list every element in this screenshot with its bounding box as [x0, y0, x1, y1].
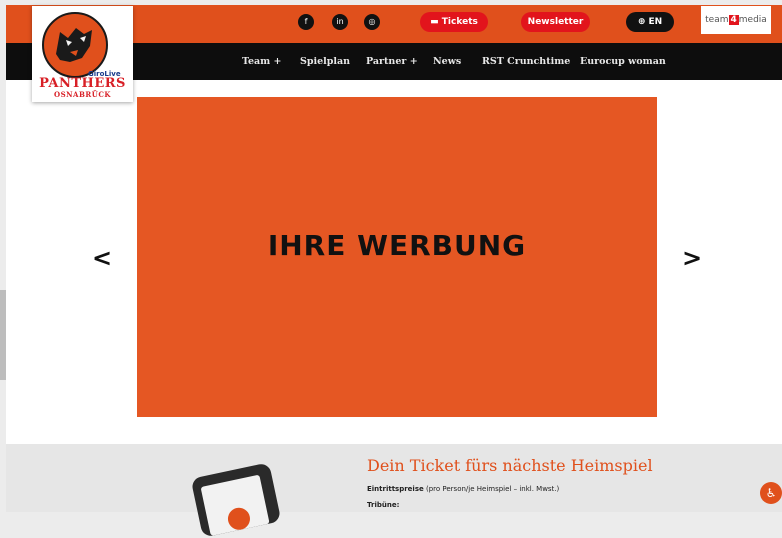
logo-emblem — [42, 12, 108, 78]
nav-item-team[interactable]: Team + — [242, 56, 282, 67]
tickets-label: Tickets — [441, 17, 478, 27]
tickets-button[interactable]: ▬ Tickets — [420, 12, 488, 32]
linkedin-icon[interactable]: in — [332, 14, 348, 30]
banner-text: IHRE WERBUNG — [267, 229, 527, 262]
partner-logo-pre: team — [705, 15, 729, 25]
ticket-tribune-label: Tribüne: — [367, 501, 400, 509]
language-button[interactable]: ⊕ EN — [626, 12, 674, 32]
logo-city: OSNABRÜCK — [54, 90, 111, 99]
language-label: EN — [648, 17, 663, 27]
accessibility-button[interactable]: ♿ — [760, 482, 782, 504]
ticket-title: Dein Ticket fürs nächste Heimspiel — [367, 456, 653, 475]
panther-icon — [56, 28, 92, 62]
ticket-prices-label: Eintrittspreise — [367, 485, 424, 493]
nav-item-partner[interactable]: Partner + — [366, 56, 418, 67]
ad-banner[interactable]: IHRE WERBUNG — [137, 97, 657, 417]
partner-logo-post: media — [738, 15, 767, 25]
ticket-prices-note: (pro Person/je Heimspiel – inkl. Mwst.) — [425, 485, 560, 493]
facebook-icon[interactable]: f — [298, 14, 314, 30]
nav-item-eurocup-woman[interactable]: Eurocup woman — [580, 56, 666, 67]
newsletter-button[interactable]: Newsletter — [521, 12, 590, 32]
basketball-icon — [225, 505, 253, 532]
club-logo[interactable]: GiroLive PANTHERS OSNABRÜCK — [32, 6, 133, 102]
logo-name: PANTHERS — [39, 76, 126, 91]
partner-logo-mid: 4 — [728, 15, 739, 25]
nav-item-news[interactable]: News — [433, 56, 461, 67]
slider-next-button[interactable]: > — [682, 244, 702, 272]
globe-icon: ⊕ — [637, 17, 649, 27]
page-edge — [0, 290, 6, 380]
nav-item-spielplan[interactable]: Spielplan — [300, 56, 350, 67]
newsletter-label: Newsletter — [527, 17, 584, 27]
ticket-prices-line: Eintrittspreise (pro Person/je Heimspiel… — [367, 485, 559, 493]
instagram-icon[interactable]: ◎ — [364, 14, 380, 30]
slider-prev-button[interactable]: < — [92, 244, 112, 272]
accessibility-icon: ♿ — [765, 486, 777, 500]
nav-item-rst-crunchtime[interactable]: RST Crunchtime — [482, 56, 570, 67]
team4media-logo[interactable]: team 4 media — [701, 6, 771, 34]
ticket-icon: ▬ — [430, 17, 442, 27]
phone-screen — [200, 474, 270, 536]
ticket-tribune-line: Tribüne: — [367, 501, 399, 509]
